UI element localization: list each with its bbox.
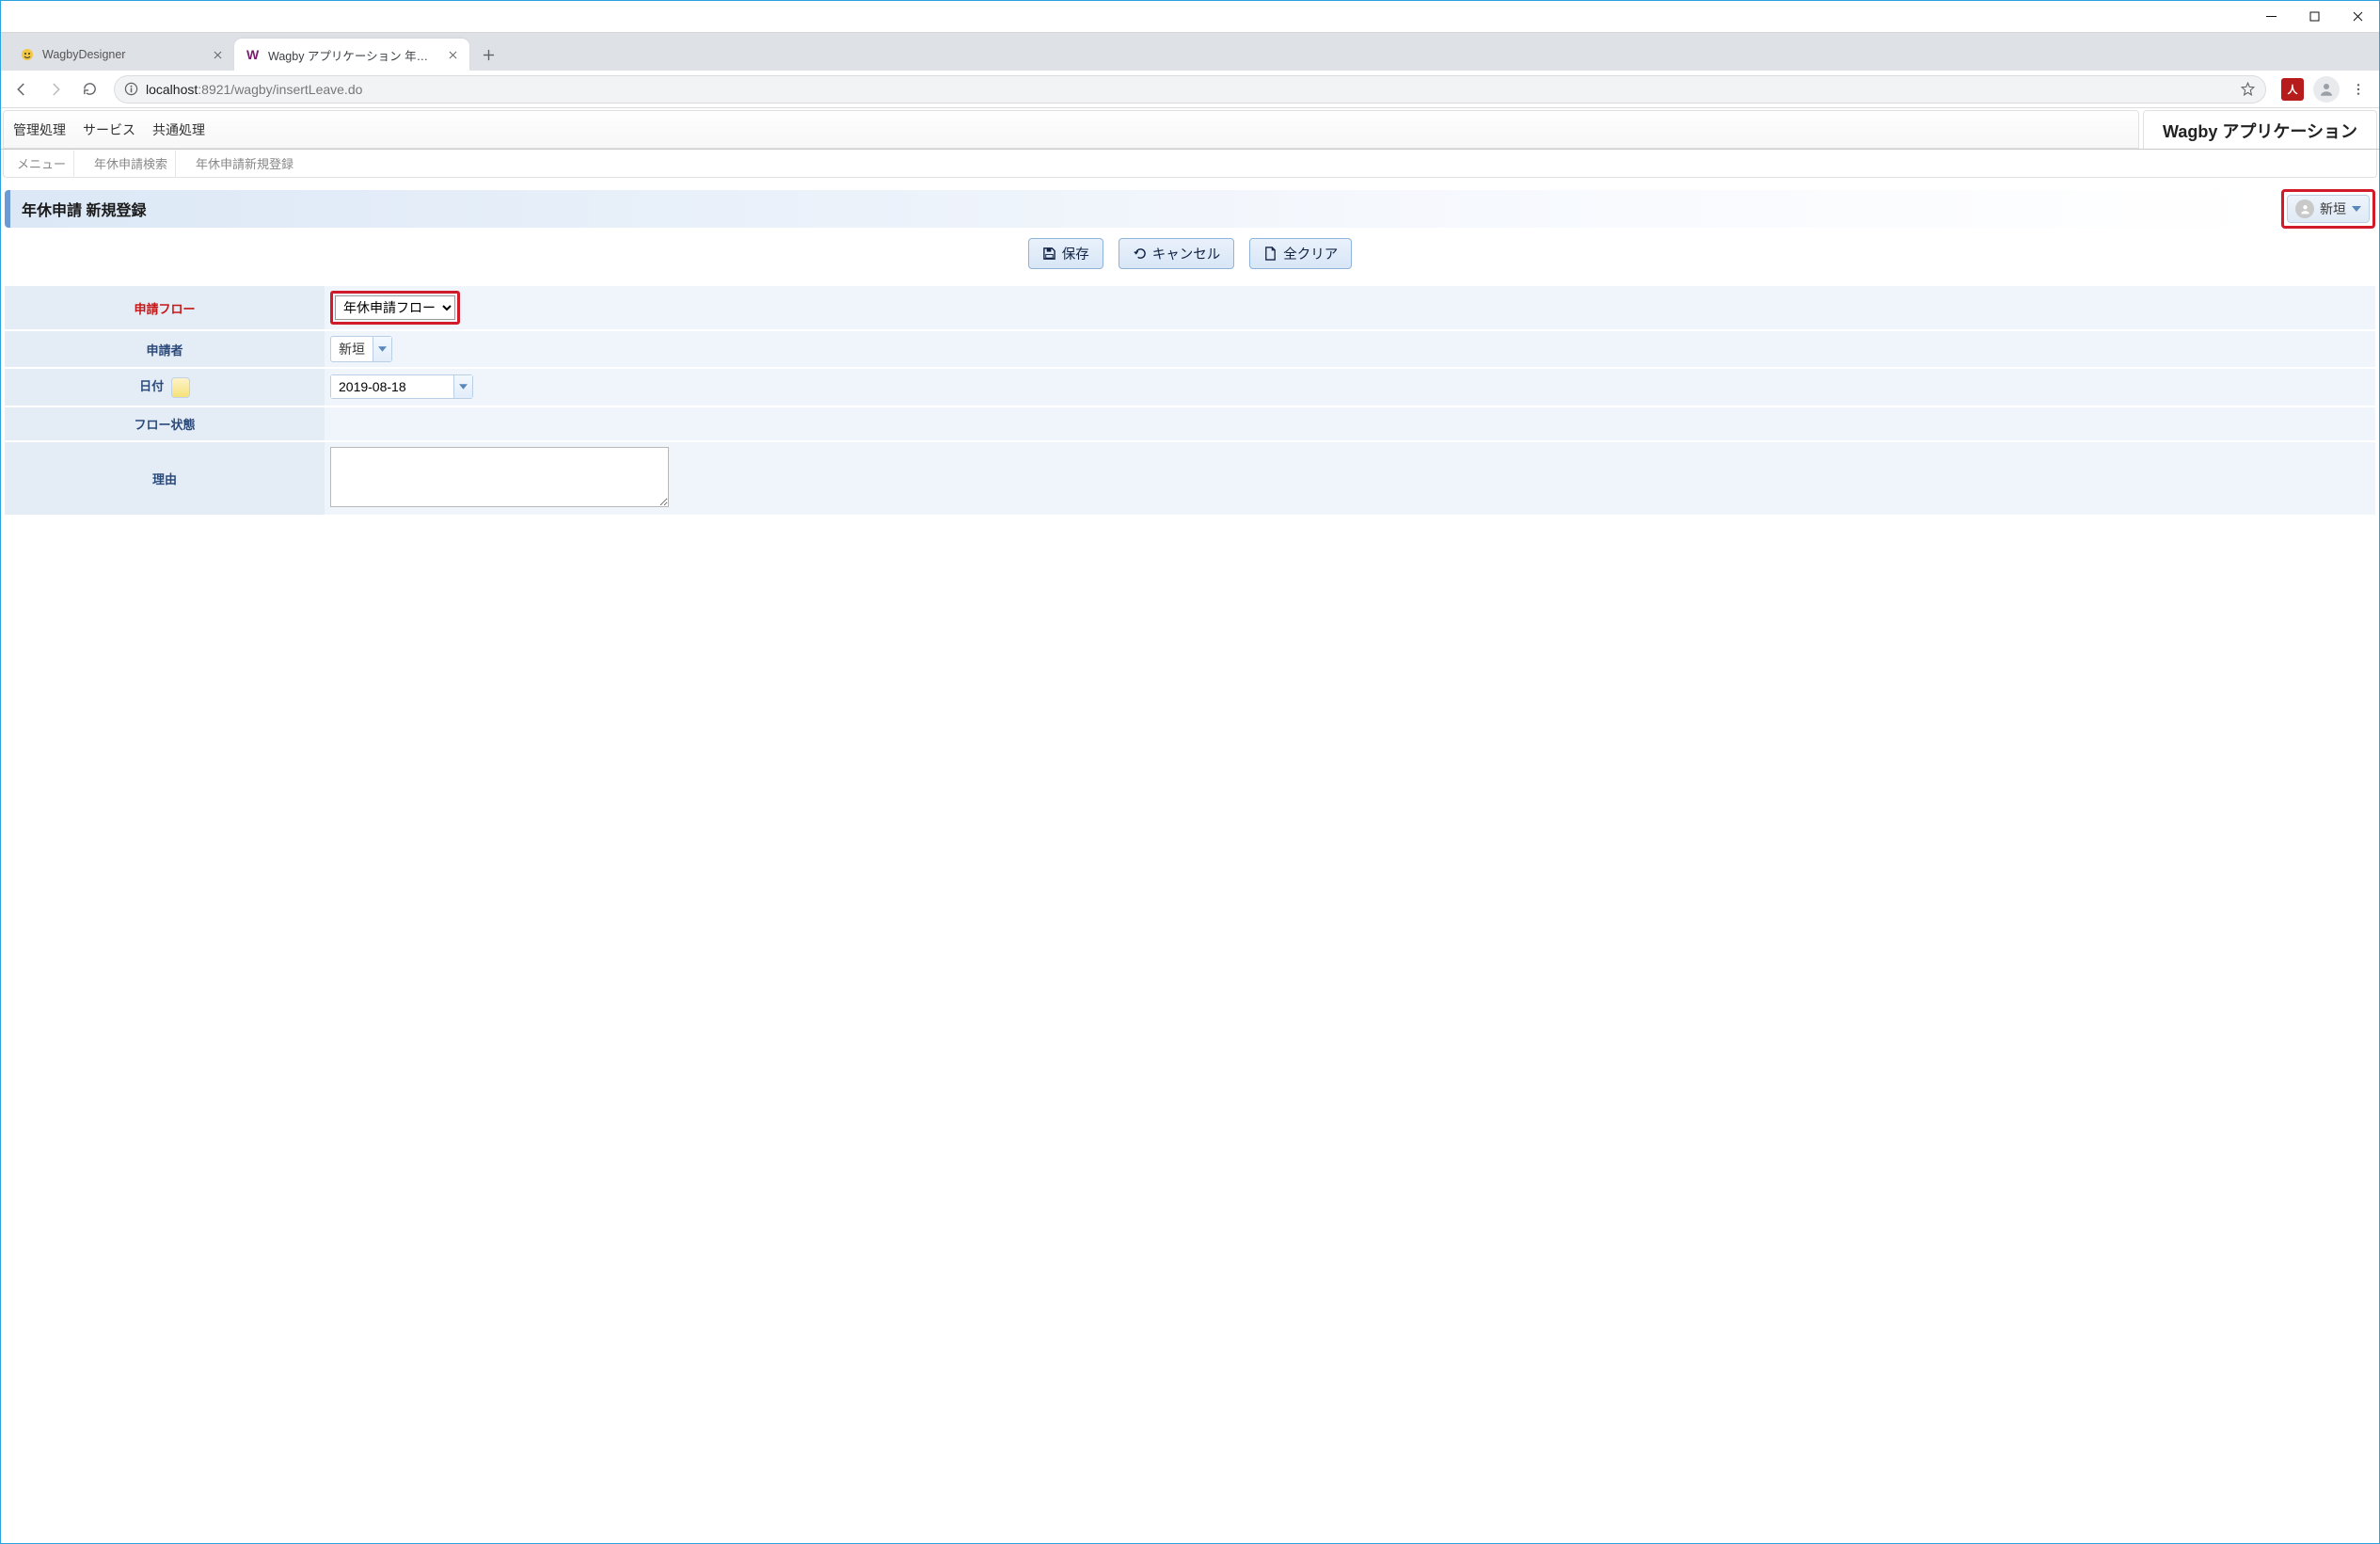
user-chip[interactable]: 新垣 xyxy=(2287,195,2370,223)
reason-textarea[interactable] xyxy=(330,447,669,507)
menu-service[interactable]: サービス xyxy=(83,120,135,139)
window-minimize-button[interactable] xyxy=(2249,1,2293,32)
user-chip-highlight: 新垣 xyxy=(2281,189,2375,229)
flow-select[interactable]: 年休申請フロー xyxy=(335,295,455,320)
save-icon xyxy=(1042,247,1056,261)
tab-close-icon[interactable] xyxy=(210,47,225,62)
back-button[interactable] xyxy=(7,74,37,104)
save-button[interactable]: 保存 xyxy=(1028,238,1103,269)
tab-title: WagbyDesigner xyxy=(42,48,202,61)
chevron-down-icon[interactable] xyxy=(373,337,391,361)
clear-label: 全クリア xyxy=(1283,244,1338,263)
new-tab-button[interactable] xyxy=(475,41,501,68)
cancel-label: キャンセル xyxy=(1152,244,1221,263)
menu-admin[interactable]: 管理処理 xyxy=(13,120,66,139)
applicant-value: 新垣 xyxy=(331,337,373,361)
browser-menu-button[interactable] xyxy=(2343,74,2373,104)
tab-close-icon[interactable] xyxy=(445,47,460,62)
breadcrumb-item[interactable]: メニュー xyxy=(4,150,81,177)
label-applicant: 申請者 xyxy=(5,330,325,368)
extension-badge[interactable]: 人 xyxy=(2281,78,2304,101)
clear-all-button[interactable]: 全クリア xyxy=(1249,238,1352,269)
browser-tabstrip: WagbyDesigner W Wagby アプリケーション 年休申請新 xyxy=(1,33,2379,71)
cancel-button[interactable]: キャンセル xyxy=(1119,238,1235,269)
bookmark-star-icon[interactable] xyxy=(2240,81,2256,97)
browser-tab-active[interactable]: W Wagby アプリケーション 年休申請新 xyxy=(234,39,469,71)
flow-select-highlight: 年休申請フロー xyxy=(330,291,460,325)
profile-avatar-button[interactable] xyxy=(2313,76,2340,103)
label-flow-state: フロー状態 xyxy=(5,406,325,441)
document-icon xyxy=(1263,247,1277,261)
menu-common[interactable]: 共通処理 xyxy=(152,120,205,139)
url-path: :8921/wagby/insertLeave.do xyxy=(198,82,362,97)
reload-button[interactable] xyxy=(74,74,104,104)
url-text: localhost:8921/wagby/insertLeave.do xyxy=(146,82,2232,97)
label-date: 日付 xyxy=(139,379,164,393)
date-input[interactable] xyxy=(331,375,453,398)
forward-button[interactable] xyxy=(40,74,71,104)
browser-toolbar: localhost:8921/wagby/insertLeave.do 人 xyxy=(1,71,2379,108)
user-chip-name: 新垣 xyxy=(2320,199,2346,218)
page-title: 年休申請 新規登録 xyxy=(5,190,2274,228)
action-bar: 保存 キャンセル 全クリア xyxy=(1,238,2379,269)
app-root: 管理処理 サービス 共通処理 Wagby アプリケーション メニュー 年休申請検… xyxy=(1,108,2379,517)
chevron-down-icon xyxy=(2352,206,2361,212)
window-maximize-button[interactable] xyxy=(2293,1,2336,32)
url-host: localhost xyxy=(146,82,198,97)
breadcrumb-item[interactable]: 年休申請検索 xyxy=(81,150,182,177)
calendar-icon[interactable] xyxy=(171,377,190,398)
chevron-down-icon[interactable] xyxy=(453,375,472,398)
label-reason: 理由 xyxy=(5,441,325,516)
site-info-icon[interactable] xyxy=(124,82,138,96)
browser-tab[interactable]: WagbyDesigner xyxy=(8,39,234,71)
address-bar[interactable]: localhost:8921/wagby/insertLeave.do xyxy=(114,75,2266,103)
undo-icon xyxy=(1133,247,1147,261)
window-titlebar xyxy=(1,1,2379,33)
breadcrumb-item[interactable]: 年休申請新規登録 xyxy=(182,150,309,177)
favicon-icon: W xyxy=(246,47,261,62)
app-menu-bar: 管理処理 サービス 共通処理 xyxy=(3,110,2139,149)
applicant-combo[interactable]: 新垣 xyxy=(330,336,392,362)
app-name: Wagby アプリケーション xyxy=(2143,110,2377,149)
tab-title: Wagby アプリケーション 年休申請新 xyxy=(268,46,437,64)
app-topbar: 管理処理 サービス 共通処理 Wagby アプリケーション xyxy=(1,108,2379,150)
date-field[interactable] xyxy=(330,374,473,399)
save-label: 保存 xyxy=(1062,244,1089,263)
label-flow: 申請フロー xyxy=(134,302,195,316)
page-titlebar: 年休申請 新規登録 新垣 xyxy=(5,189,2375,229)
window-close-button[interactable] xyxy=(2336,1,2379,32)
avatar-icon xyxy=(2295,199,2314,218)
flow-state-value xyxy=(325,406,2375,441)
breadcrumb: メニュー 年休申請検索 年休申請新規登録 xyxy=(3,150,2377,178)
svg-text:W: W xyxy=(246,47,260,62)
form-table: 申請フロー 年休申請フロー 申請者 新垣 xyxy=(5,286,2375,517)
favicon-icon xyxy=(20,47,35,62)
